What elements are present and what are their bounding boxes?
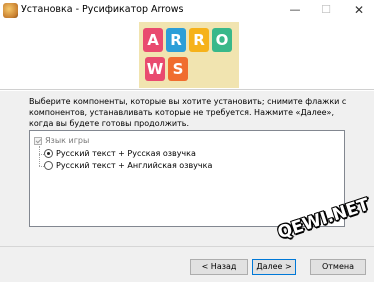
window-title: Установка - Русификатор Arrows bbox=[21, 4, 184, 15]
logo-tile: R bbox=[166, 28, 186, 52]
option-radio[interactable] bbox=[44, 161, 53, 170]
header-area: A R R O W S bbox=[0, 22, 374, 89]
logo-tile: A bbox=[143, 28, 163, 52]
option-label: Русский текст + Русская озвучка bbox=[56, 149, 196, 158]
close-button[interactable]: ✕ bbox=[344, 0, 374, 22]
group-label: Язык игры bbox=[45, 136, 90, 145]
footer-divider bbox=[0, 246, 374, 247]
tree-connector bbox=[39, 146, 40, 166]
arrows-logo: A R R O W S bbox=[139, 22, 239, 88]
back-button[interactable]: < Назад bbox=[190, 259, 248, 275]
components-list[interactable]: Язык игры Русский текст + Русская озвучк… bbox=[29, 130, 345, 227]
option-label: Русский текст + Английская озвучка bbox=[56, 161, 213, 170]
group-checkbox bbox=[34, 136, 42, 145]
logo-tile: W bbox=[145, 57, 165, 81]
logo-tile: S bbox=[168, 57, 188, 81]
logo-row-1: A R R O bbox=[143, 28, 232, 52]
maximize-button[interactable]: ☐ bbox=[311, 0, 341, 22]
header-divider-highlight bbox=[0, 90, 374, 91]
component-option[interactable]: Русский текст + Английская озвучка bbox=[44, 161, 212, 170]
logo-row-2: W S bbox=[145, 57, 188, 81]
component-option[interactable]: Русский текст + Русская озвучка bbox=[44, 149, 196, 158]
component-group-language: Язык игры bbox=[34, 136, 89, 145]
cancel-button[interactable]: Отмена bbox=[310, 259, 366, 275]
next-button[interactable]: Далее > bbox=[252, 259, 296, 275]
app-icon bbox=[3, 3, 18, 18]
option-radio-selected[interactable] bbox=[44, 149, 53, 158]
minimize-button[interactable]: — bbox=[280, 0, 310, 22]
instructions-text: Выберите компоненты, которые вы хотите у… bbox=[29, 97, 347, 128]
title-bar: Установка - Русификатор Arrows — ☐ ✕ bbox=[0, 0, 374, 23]
logo-tile: R bbox=[189, 28, 209, 52]
logo-tile: O bbox=[212, 28, 232, 52]
